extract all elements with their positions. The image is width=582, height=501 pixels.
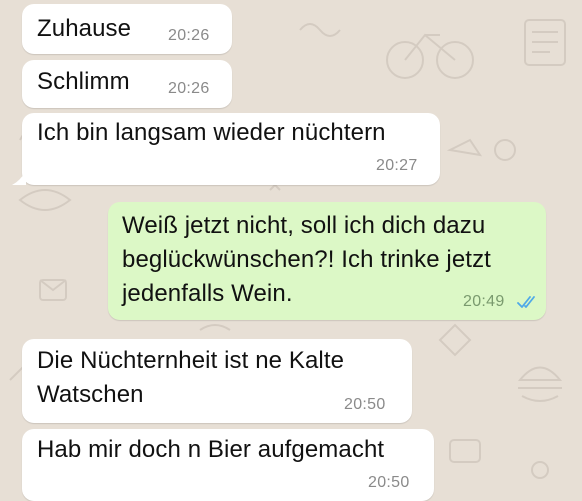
message-bubble-outgoing[interactable]: Weiß jetzt nicht, soll ich dich dazu beg… [108, 202, 546, 320]
message-text: Ich bin langsam wieder nüchtern [37, 119, 386, 146]
message-timestamp: 20:49 [463, 293, 505, 310]
message-bubble-incoming[interactable]: Die Nüchternheit ist ne Kalte Watschen 2… [22, 339, 412, 423]
message-text: Zuhause [37, 15, 132, 42]
message-text: Weiß jetzt nicht, soll ich dich dazu beg… [122, 212, 491, 307]
double-check-icon [517, 296, 535, 308]
message-timestamp: 20:50 [344, 396, 386, 413]
message-bubble-incoming[interactable]: Ich bin langsam wieder nüchtern 20:27 [22, 113, 440, 185]
message-timestamp: 20:26 [168, 80, 210, 97]
message-text: Schlimm [37, 68, 130, 95]
message-text: Die Nüchternheit ist ne Kalte Watschen [37, 347, 345, 408]
bubble-tail [12, 171, 26, 185]
message-bubble-incoming[interactable]: Zuhause 20:26 [22, 4, 232, 54]
chat-wallpaper: Zuhause 20:26 Schlimm 20:26 Ich bin lang… [0, 0, 582, 501]
message-timestamp: 20:27 [376, 157, 418, 174]
message-timestamp: 20:50 [368, 474, 410, 491]
message-timestamp: 20:26 [168, 27, 210, 44]
message-bubble-incoming[interactable]: Hab mir doch n Bier aufgemacht 20:50 [22, 429, 434, 501]
message-text: Hab mir doch n Bier aufgemacht [37, 436, 385, 463]
message-bubble-incoming[interactable]: Schlimm 20:26 [22, 60, 232, 108]
